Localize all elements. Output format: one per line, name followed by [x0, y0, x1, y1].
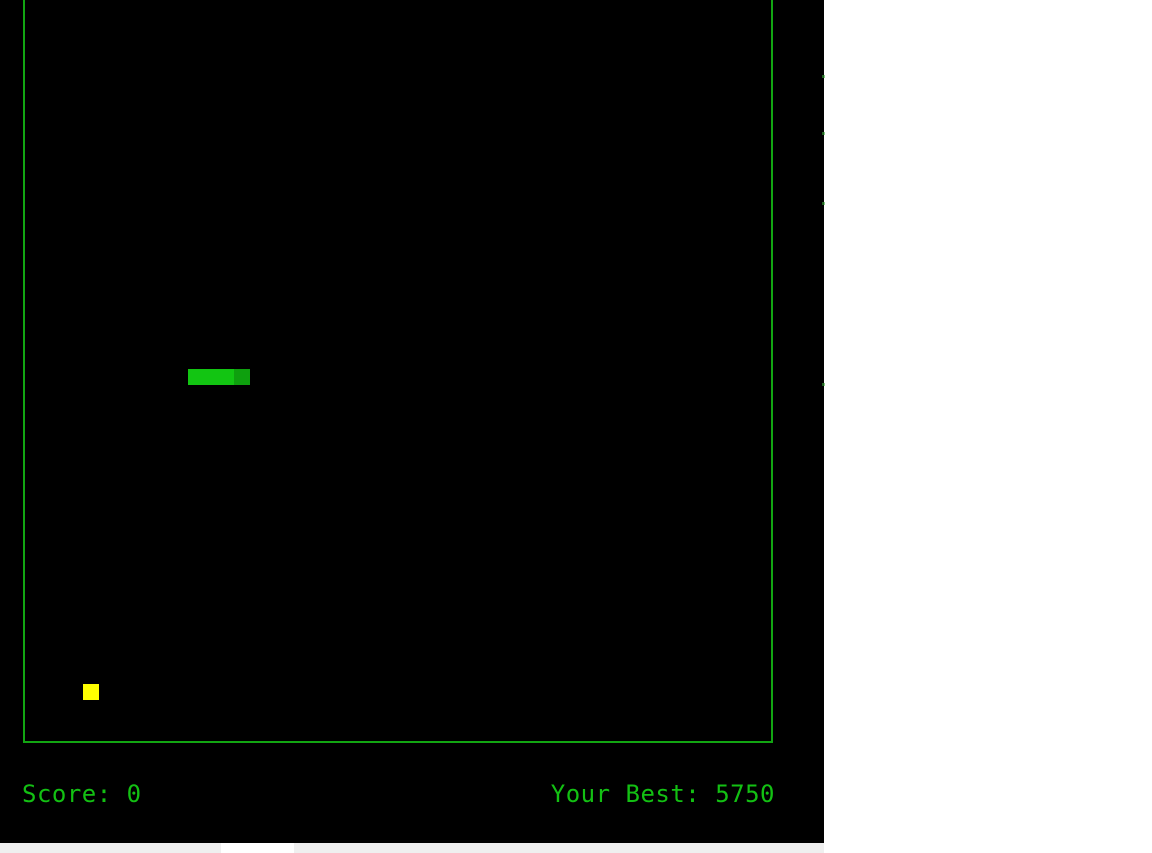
edge-glyph: [822, 202, 825, 205]
snake-body-segment: [204, 369, 220, 385]
edge-glyph: [822, 383, 825, 386]
food-pellet: [83, 684, 99, 700]
bottom-strip: [0, 843, 824, 853]
game-panel: Score: 0 Your Best: 5750: [0, 0, 824, 843]
score-label: Score: 0: [22, 780, 142, 808]
side-area: [824, 0, 1152, 853]
best-score-label: Your Best: 5750: [550, 780, 775, 808]
edge-glyph: [822, 75, 825, 78]
edge-glyph: [822, 132, 825, 135]
snake-head: [234, 369, 250, 385]
game-board[interactable]: [23, 0, 773, 743]
bottom-tab: [221, 843, 294, 853]
snake-body-segment: [188, 369, 204, 385]
